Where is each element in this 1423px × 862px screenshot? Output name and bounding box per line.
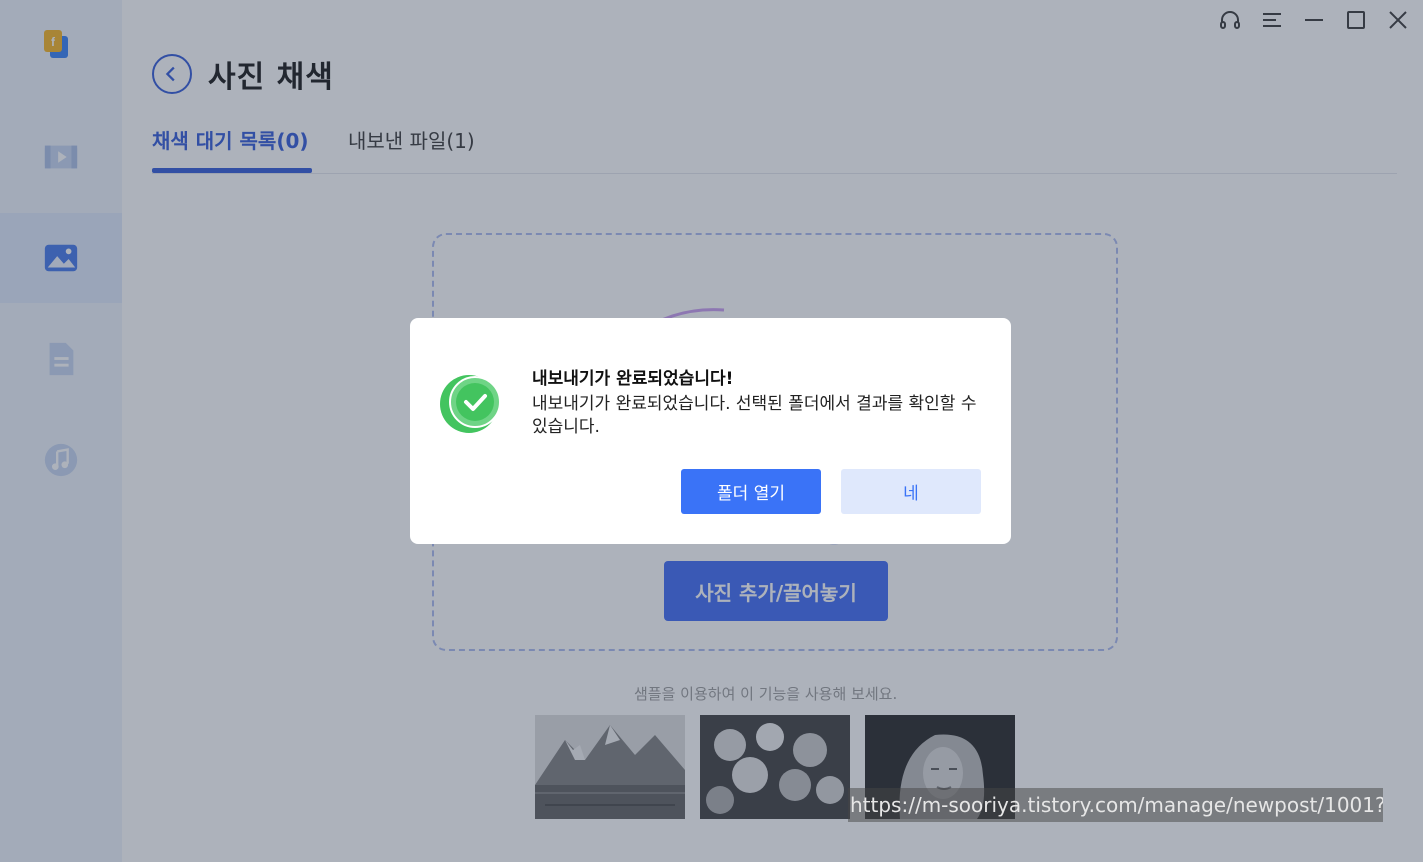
ok-button[interactable]: 네 [841, 469, 981, 514]
open-folder-button[interactable]: 폴더 열기 [681, 469, 821, 514]
success-check-icon [440, 375, 501, 433]
dialog-title: 내보내기가 완료되었습니다! [532, 369, 734, 389]
url-watermark: https://m-sooriya.tistory.com/manage/new… [848, 788, 1383, 822]
dialog-message: 내보내기가 완료되었습니다. 선택된 폴더에서 결과를 확인할 수 있습니다. [532, 394, 977, 437]
export-complete-dialog: 내보내기가 완료되었습니다! 내보내기가 완료되었습니다. 선택된 폴더에서 결… [410, 318, 1011, 544]
